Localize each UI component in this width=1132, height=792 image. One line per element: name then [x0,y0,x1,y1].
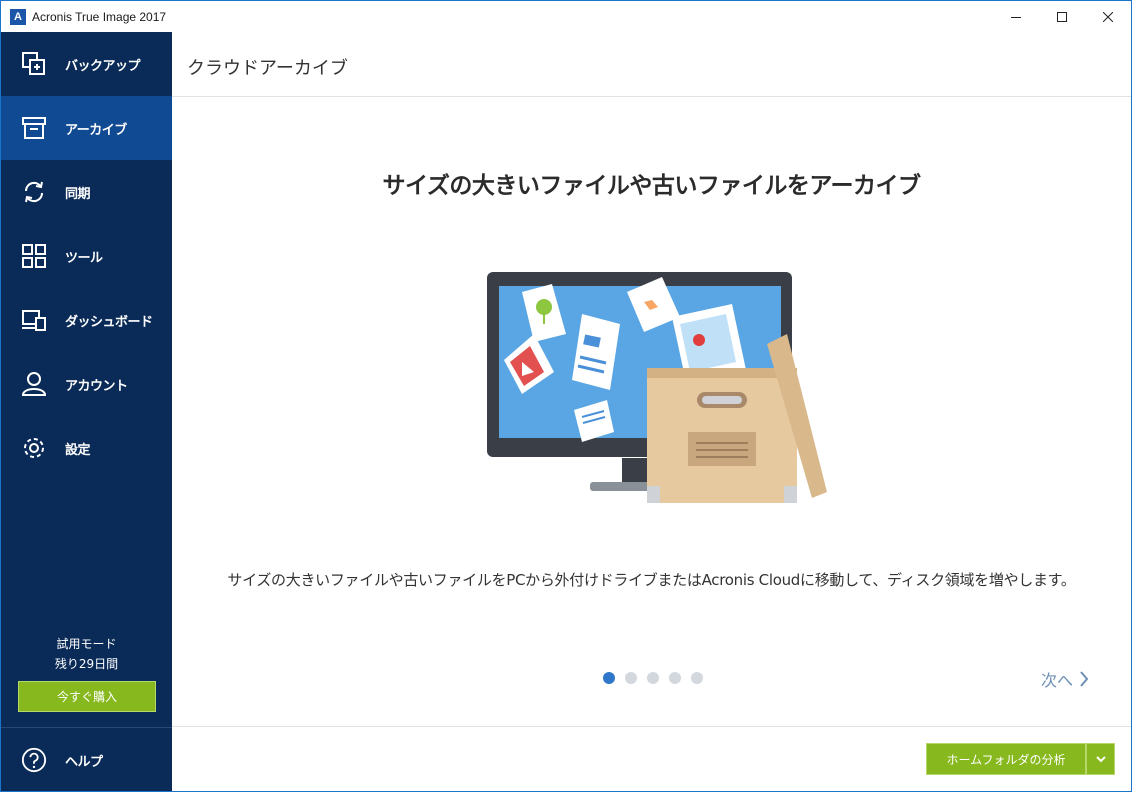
minimize-icon [1011,16,1021,18]
sidebar-item-label: アーカイブ [65,122,127,138]
sidebar-item-sync[interactable]: 同期 [1,160,172,224]
sidebar-item-dashboard[interactable]: ダッシュボード [1,288,172,352]
next-label: 次へ [1041,671,1074,690]
app-window: A Acronis True Image 2017 バックアップ アーカイブ 同… [0,0,1132,792]
backup-icon [21,51,47,77]
app-logo-icon: A [10,8,26,25]
carousel-dot[interactable] [647,672,659,684]
carousel-dot[interactable] [691,672,703,684]
carousel-dot[interactable] [669,672,681,684]
archive-icon [21,115,47,141]
sync-icon [21,179,47,205]
trial-info: 試用モード 残り29日間 [1,634,172,674]
sidebar-item-label: 同期 [65,186,91,202]
title-bar[interactable]: A Acronis True Image 2017 [1,1,1131,32]
sidebar-item-backup[interactable]: バックアップ [1,32,172,96]
chevron-right-icon [1080,671,1089,687]
chevron-down-icon [1095,756,1106,763]
trial-remaining-label: 残り29日間 [54,657,119,671]
sidebar-item-tools[interactable]: ツール [1,224,172,288]
sidebar-item-account[interactable]: アカウント [1,352,172,416]
window-controls [993,1,1131,32]
carousel-dots [603,672,713,684]
close-icon [1103,11,1113,22]
maximize-icon [1057,11,1067,22]
sidebar-item-archive[interactable]: アーカイブ [1,96,172,160]
description-text: サイズの大きいファイルや古いファイルをPCから外付けドライブまたはAcronis… [227,571,1076,589]
minimize-button[interactable] [993,1,1039,32]
account-icon [21,371,47,397]
sidebar-item-settings[interactable]: 設定 [1,416,172,480]
window-title: Acronis True Image 2017 [32,9,167,24]
archive-illustration [487,272,827,503]
help-label: ヘルプ [65,754,103,770]
tools-grid-icon [21,243,47,269]
footer-divider [172,726,1131,727]
sidebar-item-label: ダッシュボード [65,314,153,330]
carousel-dot[interactable] [603,672,615,684]
header-divider [172,96,1131,97]
carousel-dot[interactable] [625,672,637,684]
sidebar-item-label: ツール [65,250,103,266]
maximize-button[interactable] [1039,1,1085,32]
buy-now-button[interactable]: 今すぐ購入 [18,681,156,712]
close-button[interactable] [1085,1,1131,32]
sidebar-item-label: バックアップ [65,58,141,74]
page-title: クラウドアーカイブ [187,58,348,79]
sidebar: バックアップ アーカイブ 同期 ツール ダッシュボード アカウント 設定 試用モ… [1,32,172,791]
gear-icon [21,435,47,461]
next-link[interactable]: 次へ [1041,667,1089,691]
sidebar-item-label: 設定 [65,442,91,458]
dashboard-icon [21,307,47,333]
trial-mode-label: 試用モード [56,637,117,651]
sidebar-item-help[interactable]: ヘルプ [1,728,172,791]
analyze-home-folder-button[interactable]: ホームフォルダの分析 [926,743,1086,775]
main-content: クラウドアーカイブ サイズの大きいファイルや古いファイルをアーカイブ サイズの大… [172,32,1131,791]
help-icon [21,747,47,773]
analyze-dropdown-button[interactable] [1086,743,1115,775]
sidebar-item-label: アカウント [65,378,128,394]
headline: サイズの大きいファイルや古いファイルをアーカイブ [382,173,921,199]
